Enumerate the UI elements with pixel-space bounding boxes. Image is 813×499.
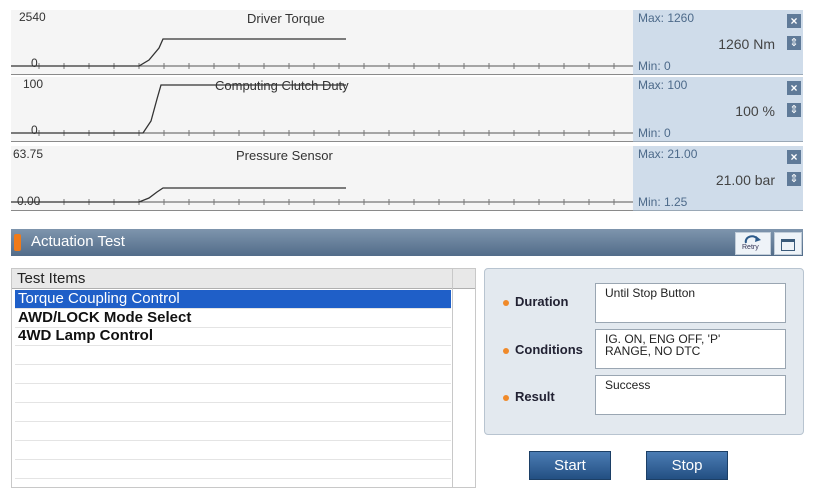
graph-side-panel: Max: 1260 1260 Nm Min: 0 × ⇕ — [633, 10, 803, 75]
result-value: Success — [605, 378, 651, 392]
graph-title: Driver Torque — [247, 11, 325, 26]
list-item-label: 4WD Lamp Control — [18, 327, 153, 344]
result-label: Result — [515, 389, 555, 404]
duration-label: Duration — [515, 294, 569, 309]
graph-driver-torque: 2540 0 Driver Torque — [11, 10, 633, 75]
retry-button[interactable]: Retry — [735, 232, 771, 255]
conditions-label: Conditions — [515, 342, 583, 357]
side-min: Min: 1.25 — [638, 195, 688, 209]
spin-arrows-icon[interactable]: ⇕ — [787, 172, 801, 186]
test-items-list: Test Items Torque Coupling Control AWD/L… — [11, 268, 476, 488]
graph-axis-min: 0.00 — [17, 194, 41, 208]
close-icon[interactable]: × — [787, 81, 801, 95]
orange-marker-icon — [14, 234, 21, 251]
stop-button[interactable]: Stop — [646, 451, 728, 480]
graph-axis-max: 2540 — [19, 10, 46, 24]
side-value: 100 % — [735, 103, 775, 119]
start-button[interactable]: Start — [529, 451, 611, 480]
empty-row — [15, 441, 451, 460]
list-item-label: Torque Coupling Control — [18, 290, 180, 307]
graph-title: Pressure Sensor — [236, 148, 333, 163]
side-value: 1260 Nm — [718, 36, 775, 52]
test-items-header: Test Items — [12, 269, 475, 289]
conditions-field: IG. ON, ENG OFF, 'P' RANGE, NO DTC — [595, 329, 786, 369]
column-divider — [452, 269, 453, 487]
side-min: Min: 0 — [638, 59, 671, 73]
empty-row — [15, 346, 451, 365]
spin-arrows-icon[interactable]: ⇕ — [787, 36, 801, 50]
pressure-sensor-trace — [11, 187, 346, 203]
graph-axis-min: 0 — [31, 123, 38, 137]
graph-axis-max: 100 — [23, 77, 44, 91]
test-items-header-label: Test Items — [17, 270, 86, 287]
window-icon — [781, 239, 795, 251]
duration-field: Until Stop Button — [595, 283, 786, 323]
graph-pressure-sensor: 63.75 0.00 Pressure Sensor — [11, 146, 633, 211]
graph-axis-min: 0 — [31, 56, 38, 70]
list-item[interactable]: 4WD Lamp Control — [15, 327, 451, 346]
bullet-icon — [503, 300, 509, 306]
window-button[interactable] — [774, 232, 802, 255]
empty-row — [15, 365, 451, 384]
graph-title: Computing Clutch Duty — [215, 78, 349, 93]
side-max: Max: 100 — [638, 78, 688, 92]
conditions-value: IG. ON, ENG OFF, 'P' RANGE, NO DTC — [605, 332, 721, 358]
graph-side-panel: Max: 21.00 21.00 bar Min: 1.25 × ⇕ — [633, 146, 803, 211]
empty-row — [15, 384, 451, 403]
bullet-icon — [503, 395, 509, 401]
graph-clutch-duty: 100 0 Computing Clutch Duty — [11, 77, 633, 142]
empty-row — [15, 403, 451, 422]
bullet-icon — [503, 348, 509, 354]
side-max: Max: 21.00 — [638, 147, 698, 161]
list-item[interactable]: AWD/LOCK Mode Select — [15, 309, 451, 328]
graph-side-panel: Max: 100 100 % Min: 0 × ⇕ — [633, 77, 803, 142]
duration-value: Until Stop Button — [605, 286, 696, 300]
side-value: 21.00 bar — [715, 172, 775, 188]
spin-arrows-icon[interactable]: ⇕ — [787, 103, 801, 117]
close-icon[interactable]: × — [787, 150, 801, 164]
graph-axis-max: 63.75 — [13, 147, 44, 161]
close-icon[interactable]: × — [787, 14, 801, 28]
list-item-label: AWD/LOCK Mode Select — [18, 309, 192, 326]
retry-label: Retry — [742, 244, 759, 251]
test-info-panel: Duration Until Stop Button Conditions IG… — [484, 268, 804, 435]
side-min: Min: 0 — [638, 126, 671, 140]
side-max: Max: 1260 — [638, 11, 695, 25]
driver-torque-trace — [11, 38, 346, 67]
result-field: Success — [595, 375, 786, 415]
list-item[interactable]: Torque Coupling Control — [15, 290, 451, 309]
actuation-test-header: Actuation Test Retry — [11, 229, 803, 256]
empty-row — [15, 422, 451, 441]
actuation-test-title: Actuation Test — [31, 233, 125, 250]
empty-row — [15, 460, 451, 479]
